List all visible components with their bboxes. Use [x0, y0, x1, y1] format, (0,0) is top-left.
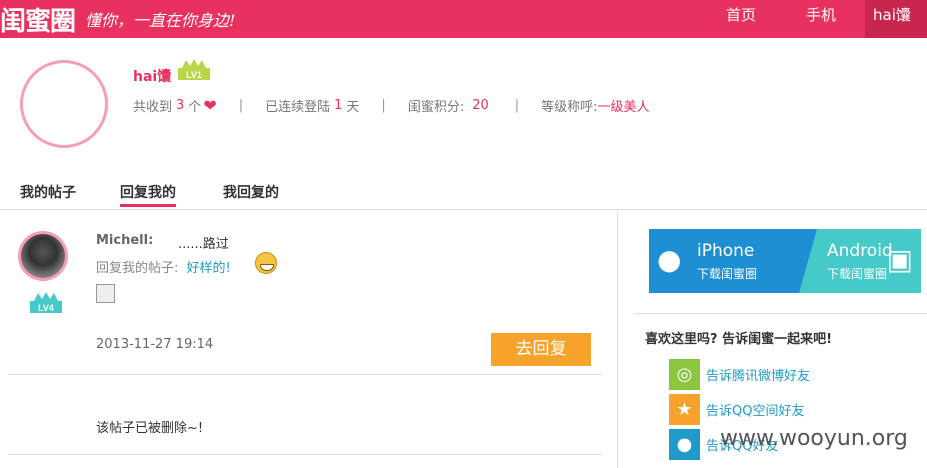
nav-item-mobile[interactable]: 手机 [777, 0, 865, 38]
login-prefix: 已连续登陆 [265, 100, 331, 115]
author-avatar[interactable] [18, 231, 68, 281]
divider [634, 313, 927, 314]
divider: | [238, 98, 244, 113]
qzone-icon: ★ [669, 393, 700, 425]
reply-prefix: 回复我的帖子: [96, 261, 179, 276]
level-badge-text: LV4 [38, 303, 54, 313]
android-download-button[interactable]: Android 下载闺蜜圈 ▣ [799, 229, 921, 293]
level-badge-icon: LV4 [30, 292, 62, 313]
grin-emoji-icon [255, 252, 277, 274]
reply-button[interactable]: 去回复 [491, 333, 591, 366]
level-badge-icon: LV1 [178, 59, 210, 80]
nav-item-home[interactable]: 首页 [705, 0, 777, 38]
share-label: 告诉腾讯微博好友 [706, 368, 811, 384]
app-download-banner: ● iPhone 下载闺蜜圈 Android 下载闺蜜圈 ▣ [649, 229, 921, 293]
rank-value: 一级美人 [597, 100, 650, 115]
divider: | [381, 98, 386, 113]
received-prefix: 共收到 [133, 100, 173, 115]
tab-bar: 我的帖子 回复我的 我回复的 [0, 178, 927, 210]
deleted-notice: 该帖子已被删除~! [96, 421, 204, 436]
author-name[interactable]: Michell: [96, 233, 153, 248]
tab-my-replies[interactable]: 我回复的 [223, 182, 279, 202]
android-subtitle: 下载闺蜜圈 [827, 267, 888, 281]
ios-subtitle: 下载闺蜜圈 [697, 267, 758, 281]
share-label: 告诉QQ空间好友 [706, 403, 805, 419]
site-logo[interactable]: 闺蜜圈 懂你，一直在你身边! [0, 2, 236, 37]
reply-link[interactable]: 好样的! [187, 261, 231, 276]
logo-text: 闺蜜圈 [0, 6, 76, 37]
ios-title: iPhone [697, 241, 755, 261]
login-days: 1 [334, 98, 343, 113]
share-tencent-weibo[interactable]: ◎ 告诉腾讯微博好友 [669, 358, 909, 390]
slogan: 懂你，一直在你身边! [85, 11, 236, 30]
divider [8, 374, 602, 375]
qq-icon: ● [669, 428, 700, 460]
share-title: 喜欢这里吗? 告诉闺蜜一起来吧! [645, 332, 832, 347]
profile-username[interactable]: hai馕 [133, 66, 171, 86]
column-divider [617, 211, 618, 468]
ios-download-button[interactable]: ● iPhone 下载闺蜜圈 [649, 229, 817, 293]
login-unit: 天 [346, 100, 360, 115]
divider [8, 454, 602, 455]
tab-replies-to-me[interactable]: 回复我的 [120, 182, 176, 207]
main-nav: 首页 手机 hai馕 [705, 0, 927, 38]
android-robot-icon: ▣ [886, 243, 913, 276]
top-bar: 闺蜜圈 懂你，一直在你身边! 首页 手机 hai馕 [0, 0, 927, 38]
level-badge-text: LV1 [186, 70, 202, 80]
received-unit: 个 [188, 100, 202, 115]
received-count: 3 [176, 98, 185, 113]
tab-my-posts[interactable]: 我的帖子 [20, 182, 76, 202]
post-date: 2013-11-27 19:14 [96, 337, 214, 352]
nav-item-user[interactable]: hai馕 [865, 0, 927, 38]
apple-icon: ● [657, 243, 682, 276]
share-qzone[interactable]: ★ 告诉QQ空间好友 [669, 393, 909, 425]
points-label: 闺蜜积分: [407, 100, 465, 115]
tencent-weibo-icon: ◎ [669, 358, 700, 390]
heart-icon: ❤ [203, 96, 217, 115]
android-title: Android [827, 241, 893, 261]
profile-avatar[interactable] [20, 60, 108, 148]
rank-label: 等级称呼: [541, 100, 598, 115]
post-body: ......路过 [178, 237, 229, 252]
reply-line: 回复我的帖子: 好样的! [96, 257, 231, 276]
profile-stats: 共收到 3 个 ❤ | 已连续登陆 1 天 | 闺蜜积分: 20 | 等级称呼:… [133, 96, 650, 115]
divider: | [514, 98, 520, 113]
broken-image-icon [96, 284, 115, 303]
points-value: 20 [472, 98, 489, 113]
watermark: www.wooyun.org [720, 426, 908, 451]
